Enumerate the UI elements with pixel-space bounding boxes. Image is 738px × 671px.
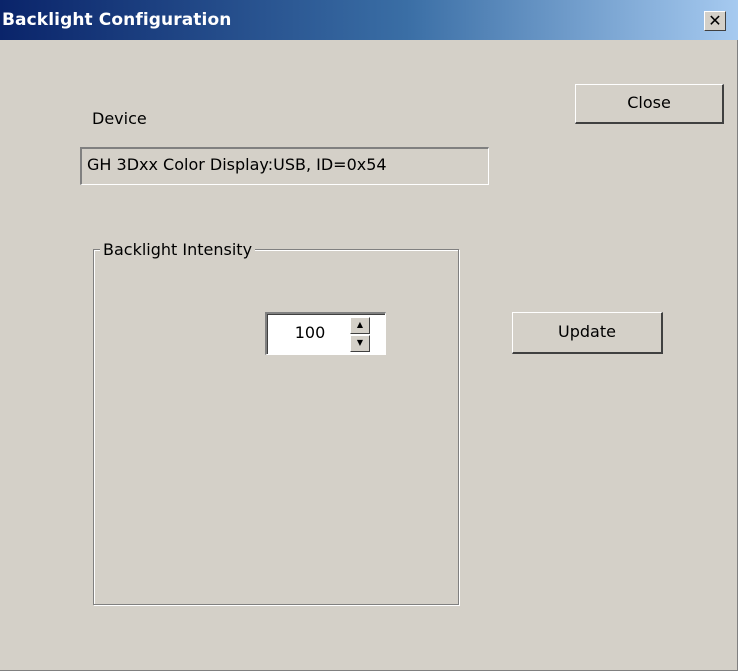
spin-up-button[interactable]: ▲ — [350, 317, 370, 334]
backlight-configuration-dialog: Backlight Configuration ✕ Device GH 3Dxx… — [0, 0, 738, 671]
backlight-intensity-label: Backlight Intensity — [100, 240, 256, 259]
arrow-up-icon: ▲ — [356, 320, 364, 329]
intensity-spinbox[interactable]: 100 ▲ ▼ — [265, 312, 386, 355]
backlight-intensity-groupbox — [93, 249, 459, 605]
window-title: Backlight Configuration — [2, 10, 232, 30]
close-icon: ✕ — [708, 11, 722, 30]
device-label: Device — [92, 109, 147, 128]
device-field: GH 3Dxx Color Display:USB, ID=0x54 — [80, 147, 489, 185]
title-close-button[interactable]: ✕ — [704, 11, 726, 31]
title-bar[interactable]: Backlight Configuration ✕ — [0, 0, 738, 40]
close-button[interactable]: Close — [575, 84, 724, 124]
spin-down-button[interactable]: ▼ — [350, 335, 370, 352]
update-button[interactable]: Update — [512, 312, 663, 354]
intensity-value-input[interactable]: 100 — [275, 314, 345, 354]
arrow-down-icon: ▼ — [356, 338, 364, 347]
